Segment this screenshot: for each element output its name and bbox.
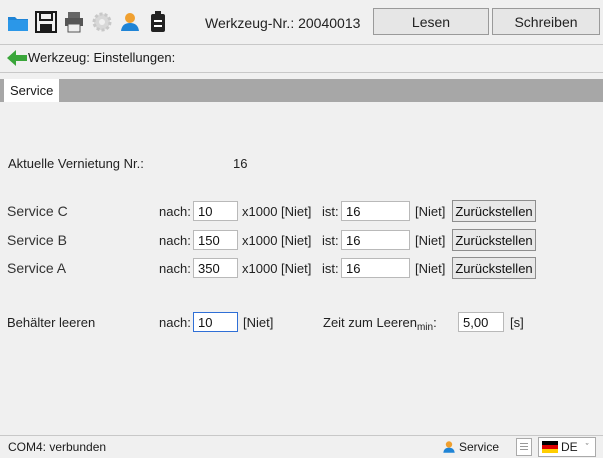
read-button[interactable]: Lesen <box>373 8 489 35</box>
container-after-label: nach: <box>159 315 191 330</box>
status-bar: COM4: verbunden Service DE ˇ <box>0 436 603 458</box>
current-rivet-value: 16 <box>233 156 248 171</box>
service-c-reset-button[interactable]: Zurückstellen <box>452 200 536 222</box>
connection-status: COM4: verbunden <box>8 440 107 454</box>
service-b-after-label: nach: <box>159 233 191 248</box>
service-b-reset-button[interactable]: Zurückstellen <box>452 229 536 251</box>
service-a-label: Service A <box>7 260 67 276</box>
tool-number: Werkzeug-Nr.: 20040013 <box>205 15 361 31</box>
service-c-after-input[interactable] <box>193 201 238 221</box>
toolbar: Werkzeug-Nr.: 20040013 Lesen Schreiben <box>0 0 603 44</box>
service-c-unit: x1000 [Niet] <box>242 204 312 219</box>
service-a-after-label: nach: <box>159 261 191 276</box>
current-rivet-label: Aktuelle Vernietung Nr.: <box>8 156 144 171</box>
german-flag-icon <box>542 441 558 453</box>
service-a-unit: x1000 [Niet] <box>242 261 312 276</box>
service-c-actual-input[interactable] <box>341 201 410 221</box>
print-icon[interactable] <box>62 10 86 34</box>
empty-time-label: Zeit zum Leerenmin: <box>323 315 437 333</box>
container-empty-label: Behälter leeren <box>7 315 96 330</box>
service-a-reset-button[interactable]: Zurückstellen <box>452 257 536 279</box>
status-service-button[interactable]: Service <box>442 438 499 456</box>
empty-time-colon: : <box>433 315 437 330</box>
back-arrow-icon[interactable] <box>7 49 27 67</box>
language-select[interactable]: DE ˇ <box>538 437 596 457</box>
service-b-label: Service B <box>7 232 67 248</box>
service-c-actual-unit: [Niet] <box>415 204 446 219</box>
container-unit: [Niet] <box>243 315 274 330</box>
empty-time-input[interactable] <box>458 312 504 332</box>
write-button[interactable]: Schreiben <box>492 8 600 35</box>
container-after-input[interactable] <box>193 312 238 332</box>
service-user-icon[interactable] <box>118 10 142 34</box>
language-label: DE <box>561 440 578 454</box>
device-icon[interactable] <box>146 10 170 34</box>
breadcrumb-label: Werkzeug: Einstellungen: <box>28 50 176 65</box>
empty-time-sub: min <box>416 322 434 333</box>
service-b-after-input[interactable] <box>193 230 238 250</box>
service-c-actual-label: ist: <box>322 204 339 219</box>
chevron-down-icon: ˇ <box>585 442 589 452</box>
folder-icon[interactable] <box>6 10 30 34</box>
service-c-after-label: nach: <box>159 204 191 219</box>
service-user-icon <box>443 441 455 453</box>
service-c-label: Service C <box>7 203 68 219</box>
service-b-actual-label: ist: <box>322 233 339 248</box>
service-a-after-input[interactable] <box>193 258 238 278</box>
empty-time-text: Zeit zum Leeren <box>323 315 417 330</box>
breadcrumb-divider <box>0 72 603 73</box>
settings-icon[interactable] <box>90 10 114 34</box>
tab-strip: Service <box>0 79 603 102</box>
document-icon[interactable] <box>516 438 532 456</box>
service-a-actual-input[interactable] <box>341 258 410 278</box>
service-a-actual-label: ist: <box>322 261 339 276</box>
service-b-actual-input[interactable] <box>341 230 410 250</box>
status-service-label: Service <box>459 440 500 454</box>
empty-time-unit: [s] <box>510 315 524 330</box>
tab-service[interactable]: Service <box>4 79 60 102</box>
breadcrumb: Werkzeug: Einstellungen: <box>0 45 603 71</box>
service-b-unit: x1000 [Niet] <box>242 233 312 248</box>
save-icon[interactable] <box>34 10 58 34</box>
service-b-actual-unit: [Niet] <box>415 233 446 248</box>
service-a-actual-unit: [Niet] <box>415 261 446 276</box>
